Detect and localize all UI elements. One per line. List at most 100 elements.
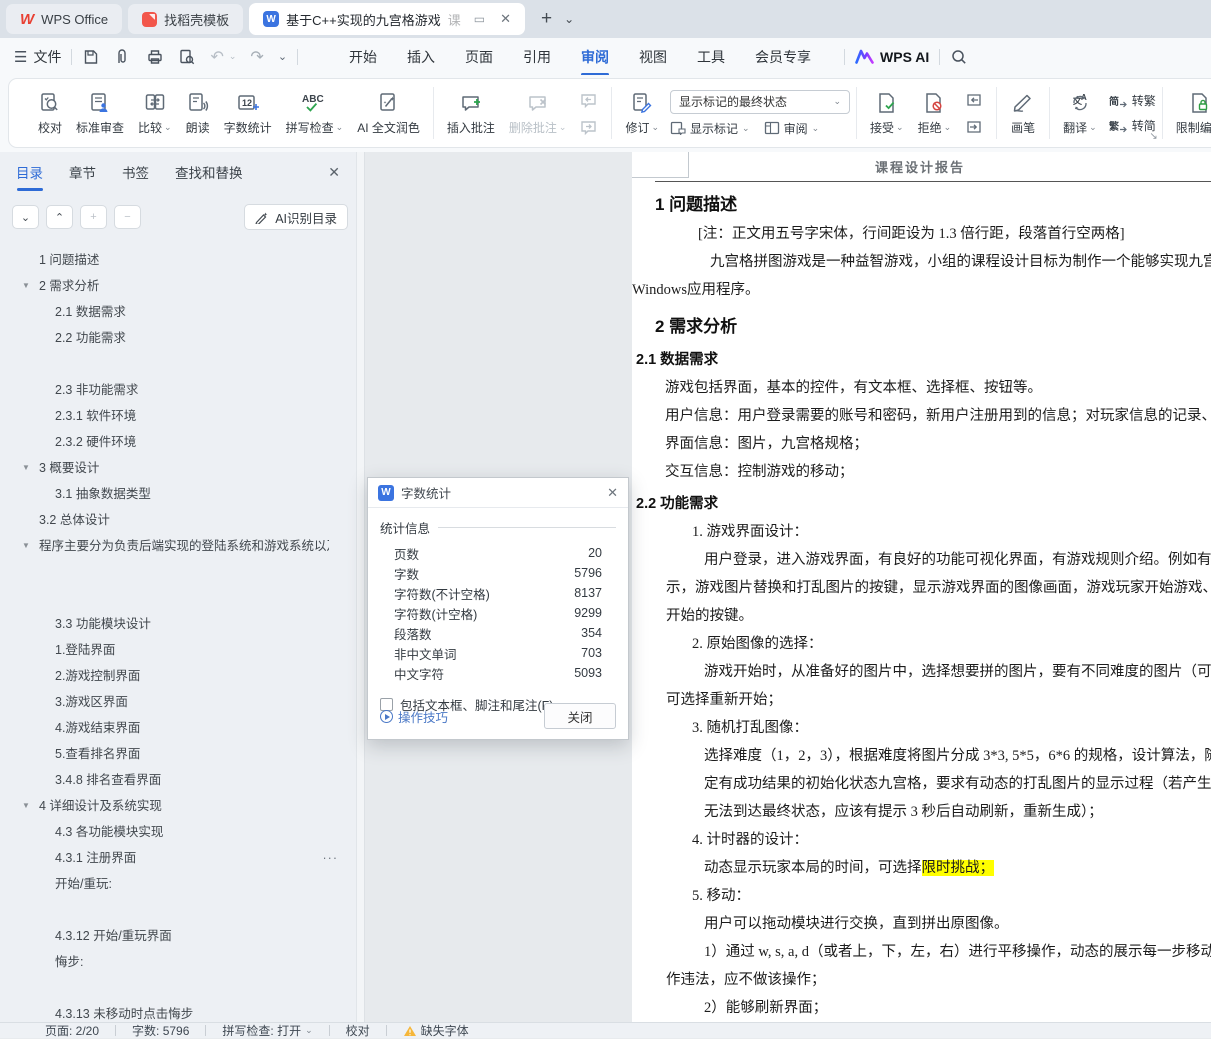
tab-close-icon[interactable]: ✕ [500,11,511,27]
toc-zoom-out-button[interactable]: − [114,205,141,229]
status-word-count[interactable]: 字数: 5796 [132,1022,189,1039]
toc-item[interactable]: 3.游戏区界面 [0,689,356,715]
toc-item[interactable]: 3.2 总体设计 [0,507,356,533]
menu-item-引用[interactable]: 引用 [508,39,566,75]
menu-item-页面[interactable]: 页面 [450,39,508,75]
toc-item[interactable]: 3.4.8 排名查看界面 [0,767,356,793]
word-count-dialog-close-icon[interactable]: ✕ [607,485,618,501]
group-expand-icon[interactable]: ↘ [1149,131,1157,142]
redo-button[interactable]: ↷ [250,47,263,67]
toc-zoom-in-button[interactable]: + [80,205,107,229]
sidebar-tab-目录[interactable]: 目录 [16,162,43,191]
menu-item-开始[interactable]: 开始 [334,39,392,75]
standard-review-button[interactable]: 标准审查 [69,82,131,144]
toc-item[interactable]: 2.游戏控制界面 [0,663,356,689]
menu-item-视图[interactable]: 视图 [624,39,682,75]
tab-template[interactable]: 找稻壳模板 [128,4,244,34]
accept-change-button[interactable]: 接受 ⌄ [863,82,911,144]
new-tab-button[interactable]: + [541,8,552,30]
sidebar-tab-书签[interactable]: 书签 [122,162,149,191]
toc-item[interactable]: ▼ 4 详细设计及系统实现 [0,793,356,819]
translate-button[interactable]: 文A 翻译 ⌄ [1056,82,1104,144]
menu-item-会员专享[interactable]: 会员专享 [740,39,826,75]
toc-item[interactable]: 2.1 数据需求 [0,299,356,325]
menu-item-审阅[interactable]: 审阅 [566,39,624,76]
status-missing-font[interactable]: 缺失字体 [403,1022,469,1039]
status-page-indicator[interactable]: 页面: 2/20 [45,1022,99,1039]
toc-item[interactable]: ▼ 程序主要分为负责后端实现的登陆系统和游戏系统以及 ... [0,533,356,559]
toc-item[interactable]: 4.3.12 开始/重玩界面 [0,923,356,949]
toc-item[interactable]: 3.1 抽象数据类型 [0,481,356,507]
toc-item[interactable]: 4.3 各功能模块实现 [0,819,356,845]
toc-collapse-arrow-icon[interactable]: ▼ [22,273,30,299]
export-pdf-button[interactable] [114,48,132,66]
ink-pen-button[interactable]: 画笔 [1003,82,1043,144]
show-marks-button[interactable]: 显示标记 ⌄ [670,120,750,137]
read-aloud-button[interactable]: 朗读 [179,82,217,144]
status-proofread[interactable]: 校对 [346,1022,370,1039]
marks-state-dropdown[interactable]: 显示标记的最终状态 ⌄ [670,89,851,114]
toc-item[interactable]: 4.3.1 注册界面 ··· [0,845,356,871]
save-button[interactable] [82,48,100,66]
restrict-editing-button[interactable]: 限制编辑 [1169,82,1211,144]
next-change-button[interactable] [961,116,987,138]
toc-item[interactable]: 4.3.13 未移动时点击悔步 [0,1001,356,1022]
status-spell-check[interactable]: 拼写检查: 打开 ⌄ [222,1022,312,1039]
toc-item[interactable]: ▼ 2 需求分析 [0,273,356,299]
word-count-button[interactable]: 12 字数统计 [217,82,279,144]
toc-item[interactable]: 2.3.2 硬件环境 [0,429,356,455]
reject-change-button[interactable]: 拒绝 ⌄ [911,82,959,144]
toc-expand-down-button[interactable]: ⌄ [12,205,39,229]
compare-button[interactable]: 比较 ⌄ [131,82,179,144]
previous-change-button[interactable] [961,89,987,111]
sidebar-tab-章节[interactable]: 章节 [69,162,96,191]
tab-document[interactable]: W 基于C++实现的九宫格游戏 课 ▭ ✕ [249,3,525,35]
toc-item[interactable]: 悔步: [0,949,356,975]
track-changes-button[interactable]: 修订 ⌄ [618,82,666,144]
sidebar-close-icon[interactable]: ✕ [328,164,340,181]
toc-item[interactable]: ▼ 3 概要设计 [0,455,356,481]
toc-item[interactable]: 2.3.1 软件环境 [0,403,356,429]
review-pane-button[interactable]: 审阅 ⌄ [764,120,819,137]
delete-comment-button[interactable]: 删除批注 ⌄ [502,82,574,144]
ai-recognize-toc-button[interactable]: AI识别目录 [244,204,348,230]
toc-item[interactable]: 5.查看排名界面 [0,741,356,767]
sidebar-scrollbar[interactable] [356,152,365,1022]
close-button[interactable]: 关闭 [544,703,616,729]
menu-item-工具[interactable]: 工具 [682,39,740,75]
undo-button[interactable]: ↶ [210,47,223,67]
toc-item[interactable]: 2.2 功能需求 [0,325,356,351]
word-count-dialog-titlebar[interactable]: W 字数统计 ✕ [368,478,628,508]
previous-comment-button[interactable] [576,89,602,111]
print-button[interactable] [146,48,164,66]
print-preview-button[interactable] [178,48,196,66]
tips-link[interactable]: 操作技巧 [380,707,448,726]
undo-dropdown-icon[interactable]: ⌄ [229,51,237,62]
spell-check-button[interactable]: ABC 拼写检查 ⌄ [279,82,351,144]
toc-item[interactable]: 4.游戏结束界面 [0,715,356,741]
insert-comment-button[interactable]: 插入批注 [440,82,502,144]
toc-item[interactable]: 1 问题描述 [0,247,356,273]
menu-item-插入[interactable]: 插入 [392,39,450,75]
toc-collapse-arrow-icon[interactable]: ▼ [22,533,30,559]
wps-ai-menu[interactable]: WPS AI [855,49,929,65]
search-icon[interactable] [950,48,968,66]
toc-collapse-arrow-icon[interactable]: ▼ [22,793,30,819]
file-menu[interactable]: ☰ 文件 [14,47,61,67]
toc-item-more[interactable]: ··· [323,845,339,871]
toc-item[interactable]: 2.3 非功能需求 [0,377,356,403]
toc-item[interactable]: 3.3 功能模块设计 [0,611,356,637]
ai-polish-button[interactable]: AI 全文润色 [350,82,427,144]
share-screen-icon[interactable]: ▭ [474,12,485,26]
proofread-button[interactable]: 校对 [31,82,69,144]
toc-item[interactable]: 开始/重玩: [0,871,356,897]
to-traditional-button[interactable]: 简 转繁 [1108,92,1156,109]
sidebar-tab-查找和替换[interactable]: 查找和替换 [175,162,243,191]
toc-item[interactable]: 1.登陆界面 [0,637,356,663]
next-comment-button[interactable] [576,116,602,138]
tab-list-chevron-icon[interactable]: ⌄ [564,12,574,26]
document-page[interactable]: 课程设计报告 1 问题描述 [注：正文用五号字宋体，行间距设为 1.3 倍行距，段… [632,152,1211,1022]
toc-collapse-arrow-icon[interactable]: ▼ [22,455,30,481]
toolbar-options-chevron-icon[interactable]: ⌄ [278,50,287,63]
tab-wps-office[interactable]: W WPS Office [6,4,123,34]
